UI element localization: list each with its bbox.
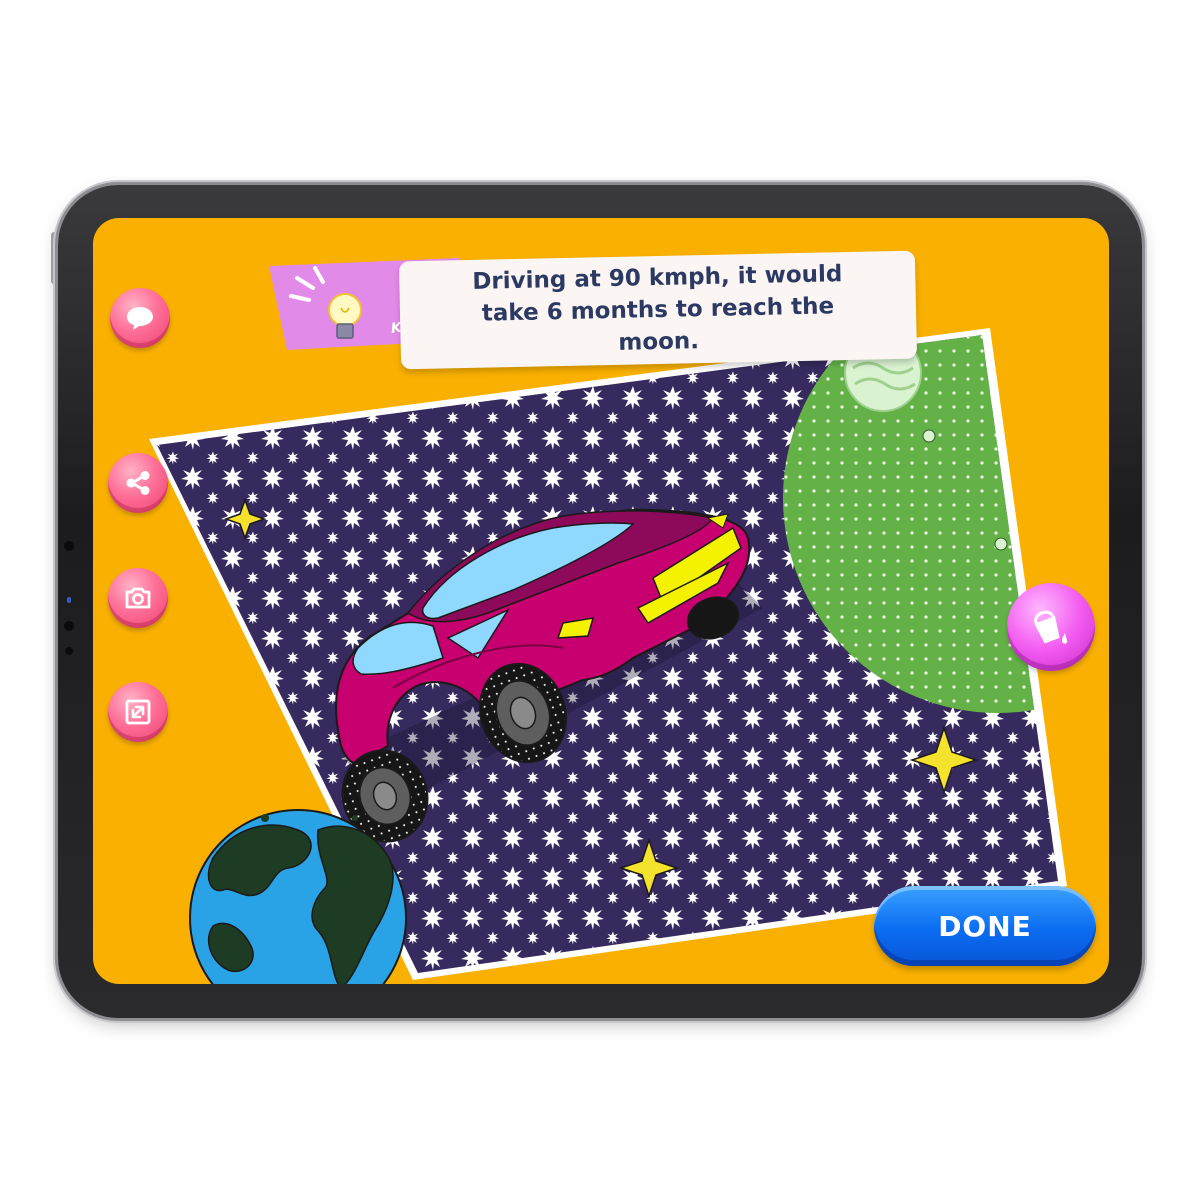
camera-button[interactable] <box>108 568 168 628</box>
paint-bucket-icon <box>1034 610 1068 644</box>
paint-bucket-button[interactable] <box>1007 583 1095 671</box>
expand-icon <box>125 699 151 725</box>
camera-icon <box>125 587 151 609</box>
fact-card: Driving at 90 kmph, it would take 6 mont… <box>398 250 918 370</box>
app-screen: DID YOU KNOW? Driving at 90 kmph, it wou… <box>93 218 1109 984</box>
chat-button[interactable] <box>110 288 170 348</box>
sensor-dot <box>64 621 74 631</box>
speech-bubble-icon <box>127 307 153 330</box>
share-icon <box>126 471 150 495</box>
fact-text: Driving at 90 kmph, it would take 6 mont… <box>472 261 843 356</box>
done-button[interactable]: DONE <box>874 886 1096 966</box>
sensor-dot <box>67 597 71 603</box>
done-label: DONE <box>938 909 1032 943</box>
fullscreen-button[interactable] <box>108 682 168 742</box>
sensor-dot <box>65 647 73 655</box>
front-camera <box>64 541 74 551</box>
power-button <box>51 232 57 284</box>
share-button[interactable] <box>108 453 168 513</box>
